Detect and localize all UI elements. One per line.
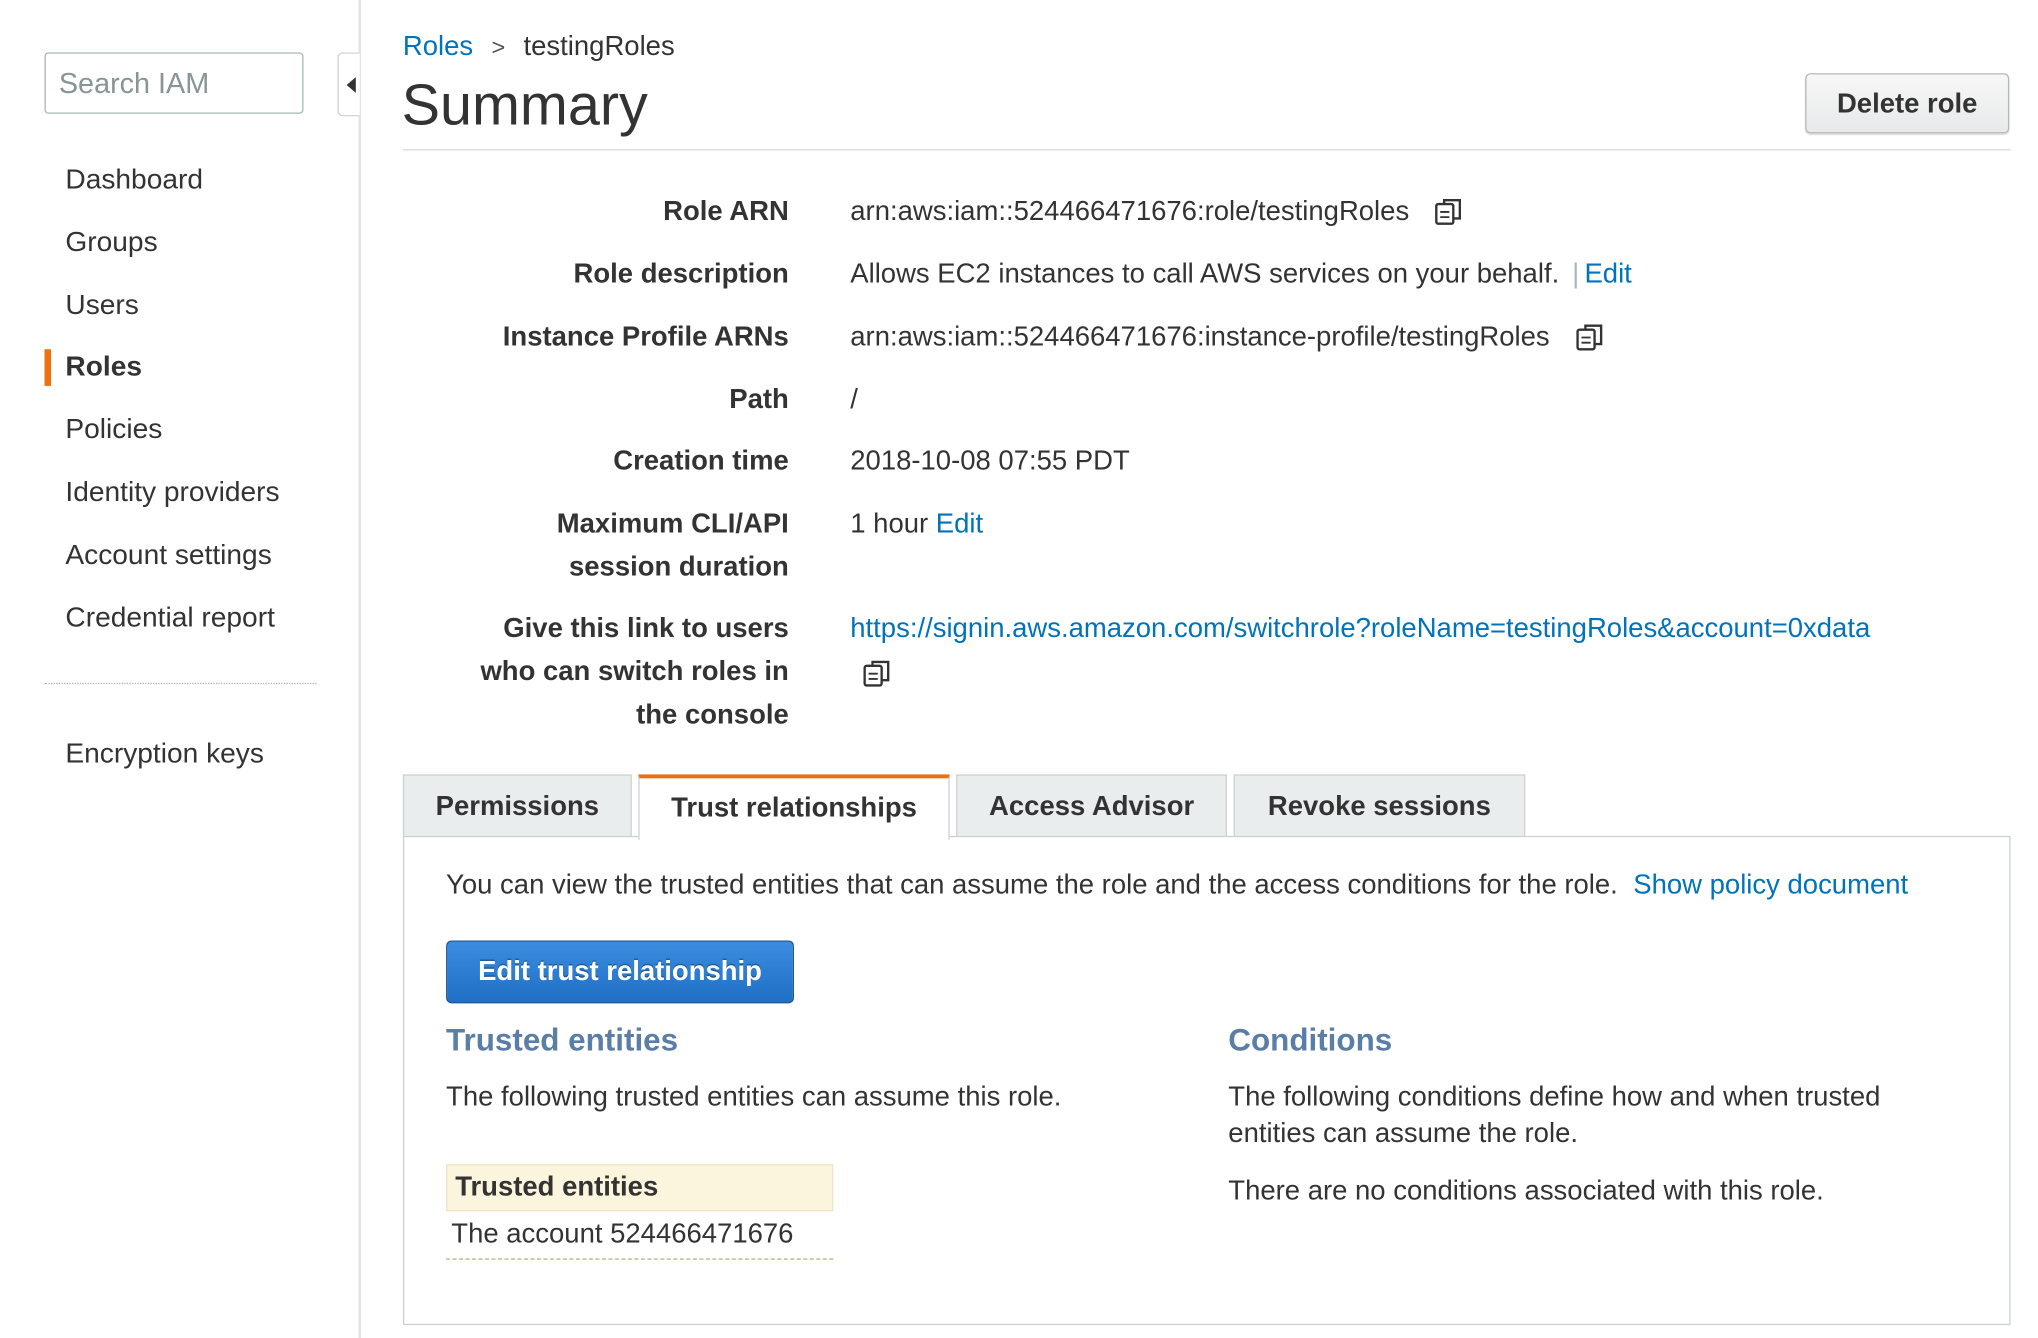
separator-pipe: |	[1572, 259, 1580, 290]
path-value: /	[850, 384, 858, 415]
role-arn-value: arn:aws:iam::524466471676:role/testingRo…	[850, 196, 1410, 227]
copy-icon[interactable]	[1573, 321, 1607, 355]
search-placeholder: Search IAM	[58, 66, 210, 100]
switch-link-label-line1: Give this link to users	[503, 613, 789, 644]
role-description-label: Role description	[573, 259, 789, 290]
delete-role-button[interactable]: Delete role	[1805, 73, 2010, 134]
sidebar-nav-extra: Encryption keys	[44, 723, 316, 786]
tab-access-advisor[interactable]: Access Advisor	[956, 774, 1227, 838]
breadcrumb-roles-link[interactable]: Roles	[403, 31, 473, 61]
path-label: Path	[729, 384, 789, 415]
trusted-entities-heading: Trusted entities	[446, 1022, 679, 1059]
max-session-value-wrap: 1 hour Edit	[850, 502, 983, 545]
trusted-entities-text: The following trusted entities can assum…	[446, 1081, 1062, 1112]
sidebar-item-encryption-keys[interactable]: Encryption keys	[44, 723, 316, 786]
trust-intro: You can view the trusted entities that c…	[446, 870, 1908, 901]
trust-intro-text: You can view the trusted entities that c…	[446, 869, 1618, 900]
breadcrumb-current: testingRoles	[523, 31, 675, 62]
max-session-value: 1 hour	[850, 508, 929, 539]
instance-profile-label: Instance Profile ARNs	[502, 321, 789, 352]
conditions-heading: Conditions	[1228, 1022, 1393, 1059]
role-description-value: Allows EC2 instances to call AWS service…	[850, 259, 1560, 290]
sidebar-item-roles[interactable]: Roles	[44, 337, 316, 400]
role-arn-value-wrap: arn:aws:iam::524466471676:role/testingRo…	[850, 190, 1466, 233]
sidebar-item-dashboard[interactable]: Dashboard	[44, 149, 316, 212]
sidebar-border	[358, 0, 362, 1338]
switch-role-link[interactable]: https://signin.aws.amazon.com/switchrole…	[850, 607, 1870, 650]
tab-trust-relationships[interactable]: Trust relationships	[638, 774, 950, 840]
edit-description-link[interactable]: Edit	[1584, 259, 1631, 289]
switch-link-label-line2: who can switch roles in	[480, 656, 789, 687]
collapse-left-icon	[346, 77, 356, 93]
table-row: The account 524466471676	[446, 1211, 834, 1260]
show-policy-document-link[interactable]: Show policy document	[1633, 870, 1908, 900]
creation-time-label: Creation time	[613, 446, 789, 477]
sidebar-item-identity-providers[interactable]: Identity providers	[44, 462, 316, 525]
sidebar-item-groups[interactable]: Groups	[44, 212, 316, 275]
switch-link-label-line3: the console	[636, 699, 789, 730]
sidebar-item-credential-report[interactable]: Credential report	[44, 587, 316, 650]
creation-time-value: 2018-10-08 07:55 PDT	[850, 446, 1130, 477]
instance-profile-value: arn:aws:iam::524466471676:instance-profi…	[850, 321, 1550, 352]
conditions-text: The following conditions define how and …	[1228, 1081, 1881, 1149]
trusted-entities-table-header: Trusted entities	[446, 1164, 834, 1212]
copy-icon[interactable]	[861, 657, 895, 691]
trust-relationships-panel: You can view the trusted entities that c…	[402, 835, 2011, 1326]
instance-profile-value-wrap: arn:aws:iam::524466471676:instance-profi…	[850, 315, 1607, 358]
search-input[interactable]: Search IAM	[44, 52, 304, 114]
breadcrumb: Roles > testingRoles	[403, 31, 675, 62]
switch-link-value-wrap: https://signin.aws.amazon.com/switchrole…	[850, 607, 1870, 693]
header-divider	[402, 149, 2011, 151]
sidebar-nav: Dashboard Groups Users Roles Policies Id…	[44, 149, 316, 649]
trusted-entities-table: Trusted entities The account 52446647167…	[446, 1164, 834, 1260]
tab-permissions[interactable]: Permissions	[402, 774, 632, 838]
role-arn-label: Role ARN	[663, 196, 789, 227]
max-session-label-line1: Maximum CLI/API	[556, 508, 789, 539]
role-description-value-wrap: Allows EC2 instances to call AWS service…	[850, 252, 1632, 295]
sidebar-divider	[44, 682, 317, 685]
tab-revoke-sessions[interactable]: Revoke sessions	[1233, 774, 1526, 838]
copy-icon[interactable]	[1433, 195, 1467, 229]
sidebar-item-users[interactable]: Users	[44, 274, 316, 337]
sidebar-item-policies[interactable]: Policies	[44, 399, 316, 462]
edit-trust-relationship-button[interactable]: Edit trust relationship	[446, 940, 795, 1004]
max-session-label: Maximum CLI/API session duration	[396, 502, 789, 588]
switch-link-label: Give this link to users who can switch r…	[396, 607, 788, 737]
collapse-sidebar-button[interactable]	[337, 52, 360, 117]
no-conditions-text: There are no conditions associated with …	[1228, 1175, 1824, 1207]
max-session-label-line2: session duration	[568, 552, 789, 583]
page-title: Summary	[401, 73, 648, 138]
sidebar-item-account-settings[interactable]: Account settings	[44, 524, 316, 587]
chevron-right-icon: >	[491, 34, 506, 61]
edit-session-link[interactable]: Edit	[936, 509, 983, 539]
